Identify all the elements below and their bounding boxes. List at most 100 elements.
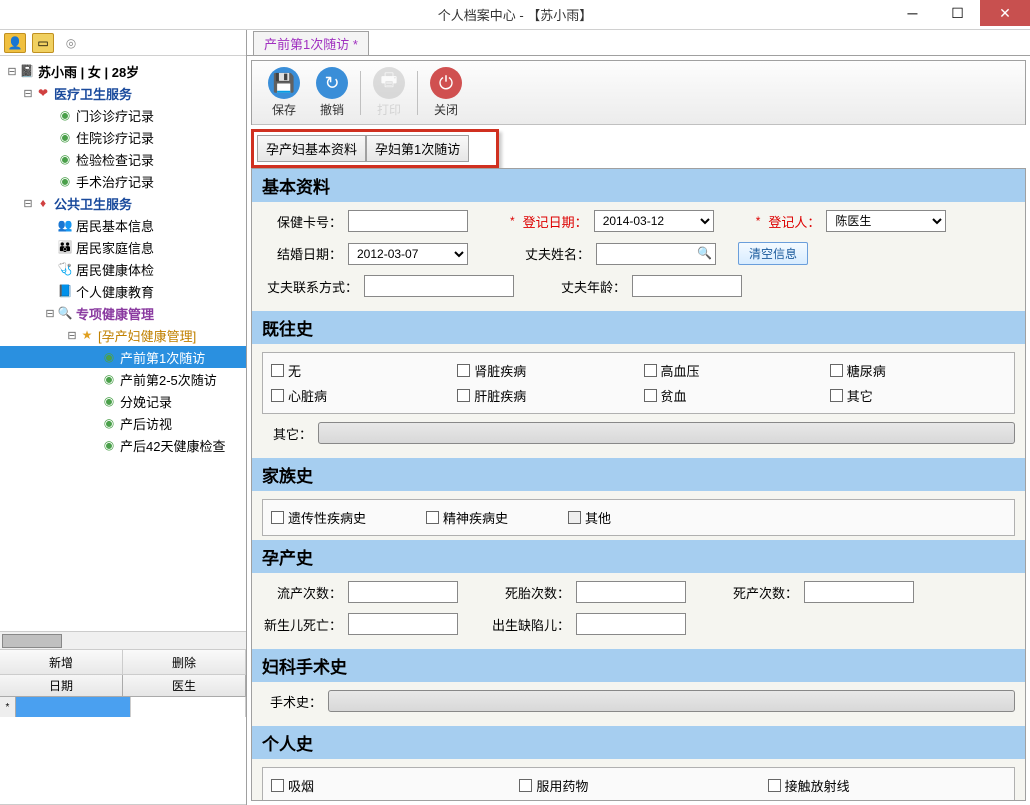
tab-basic-info[interactable]: 孕产妇基本资料 — [257, 135, 366, 162]
tree-item[interactable]: ◉手术治疗记录 — [0, 170, 246, 192]
check-item[interactable]: 其它 — [830, 386, 1006, 405]
grid-header: 日期 医生 — [0, 675, 246, 697]
required-icon: * — [756, 214, 761, 228]
grid-col-doctor[interactable]: 医生 — [123, 675, 246, 696]
tree-item[interactable]: ◉产前第2-5次随访 — [0, 368, 246, 390]
marry-select[interactable]: 2012-03-07 — [348, 243, 468, 265]
husband-phone-input[interactable] — [364, 275, 514, 297]
defect-input[interactable] — [576, 613, 686, 635]
still-label: 死产次数： — [718, 583, 798, 602]
titlebar: 个人档案中心 - 【苏小雨】 ─ ☐ ✕ — [0, 0, 1030, 30]
search-icon[interactable]: 🔍 — [697, 246, 712, 260]
tree-item[interactable]: 👥居民基本信息 — [0, 214, 246, 236]
check-item[interactable]: 高血压 — [644, 361, 820, 380]
surgery-input[interactable] — [328, 690, 1015, 712]
check-item[interactable]: 肾脏疾病 — [457, 361, 633, 380]
marry-label: 结婚日期： — [262, 244, 342, 263]
delete-button[interactable]: 删除 — [123, 650, 246, 674]
grid-row[interactable]: * — [0, 697, 246, 717]
section-preg-header: 孕产史 — [252, 540, 1025, 573]
maximize-button[interactable]: ☐ — [935, 0, 980, 26]
required-icon: * — [510, 214, 515, 228]
tree-item[interactable]: ◉住院诊疗记录 — [0, 126, 246, 148]
check-item[interactable]: 糖尿病 — [830, 361, 1006, 380]
form-tabs-highlighted: 孕产妇基本资料 孕妇第1次随访 — [251, 129, 499, 168]
husband-age-input[interactable] — [632, 275, 742, 297]
husband-phone-label: 丈夫联系方式： — [262, 277, 358, 296]
regdate-label: 登记日期： — [523, 212, 588, 231]
section-surgery-header: 妇科手术史 — [252, 649, 1025, 682]
tree-item[interactable]: 🩺居民健康体检 — [0, 258, 246, 280]
grid-col-date[interactable]: 日期 — [0, 675, 123, 696]
check-item[interactable]: 无 — [271, 361, 447, 380]
husband-age-label: 丈夫年龄： — [546, 277, 626, 296]
tree-item[interactable]: ◉分娩记录 — [0, 390, 246, 412]
grid-cell[interactable] — [16, 697, 131, 717]
check-item[interactable]: 遗传性疾病史 — [271, 508, 366, 527]
tree-item[interactable]: ◉产后访视 — [0, 412, 246, 434]
undo-button[interactable]: ↻撤销 — [308, 67, 356, 118]
save-button[interactable]: 💾保存 — [260, 67, 308, 118]
newborn-input[interactable] — [348, 613, 458, 635]
close-button[interactable]: ⏻关闭 — [422, 67, 470, 118]
section-history-header: 既往史 — [252, 311, 1025, 344]
other-label: 其它： — [262, 424, 312, 443]
tree-group-special[interactable]: ⊟🔍专项健康管理 — [0, 302, 246, 324]
close-window-button[interactable]: ✕ — [980, 0, 1030, 26]
fingerprint-icon[interactable]: ◎ — [60, 33, 82, 53]
regby-select[interactable]: 陈医生 — [826, 210, 946, 232]
tree-item[interactable]: ◉产后42天健康检查 — [0, 434, 246, 456]
check-item[interactable]: 心脏病 — [271, 386, 447, 405]
section-basic-header: 基本资料 — [252, 169, 1025, 202]
tree-item-selected[interactable]: ◉产前第1次随访 — [0, 346, 246, 368]
tree-item[interactable]: 👪居民家庭信息 — [0, 236, 246, 258]
tree-group-pregnancy[interactable]: ⊟★[孕产妇健康管理] — [0, 324, 246, 346]
still-input[interactable] — [804, 581, 914, 603]
clear-button[interactable]: 清空信息 — [738, 242, 808, 265]
person-icon[interactable]: 👤 — [4, 33, 26, 53]
tree-group-public[interactable]: ⊟♦公共卫生服务 — [0, 192, 246, 214]
check-item[interactable]: 吸烟 — [271, 776, 509, 795]
tree-item[interactable]: 📘个人健康教育 — [0, 280, 246, 302]
tree-hscroll[interactable] — [0, 631, 246, 649]
dead-label: 死胎次数： — [490, 583, 570, 602]
check-item[interactable]: 肝脏疾病 — [457, 386, 633, 405]
row-indicator: * — [0, 697, 16, 717]
tab-first-visit[interactable]: 孕妇第1次随访 — [366, 135, 469, 162]
form-scroll-area: 基本资料 保健卡号： * 登记日期： 2014-03-12 * 登记人： 陈医生… — [251, 168, 1026, 801]
check-item[interactable]: 精神疾病史 — [426, 508, 508, 527]
grid-body: * — [0, 697, 246, 805]
document-tab[interactable]: 产前第1次随访 * — [253, 31, 369, 55]
tree-item[interactable]: ◉检验检查记录 — [0, 148, 246, 170]
regdate-select[interactable]: 2014-03-12 — [594, 210, 714, 232]
surgery-label: 手术史： — [262, 692, 322, 711]
content-pane: 产前第1次随访 * 💾保存 ↻撤销 🖶打印 ⏻关闭 孕产妇基本资料 孕妇第1次随… — [247, 30, 1030, 805]
document-tab-bar: 产前第1次随访 * — [247, 30, 1030, 56]
nav-tree: ⊟📓苏小雨 | 女 | 28岁 ⊟❤医疗卫生服务 ◉门诊诊疗记录 ◉住院诊疗记录… — [0, 56, 246, 631]
toolbar: 💾保存 ↻撤销 🖶打印 ⏻关闭 — [252, 61, 1025, 125]
check-item[interactable]: 贫血 — [644, 386, 820, 405]
add-button[interactable]: 新增 — [0, 650, 123, 674]
history-checks: 无 肾脏疾病 高血压 糖尿病 心脏病 肝脏疾病 贫血 其它 — [262, 352, 1015, 414]
other-input[interactable] — [318, 422, 1015, 444]
abort-label: 流产次数： — [262, 583, 342, 602]
tree-item[interactable]: ◉门诊诊疗记录 — [0, 104, 246, 126]
grid-cell[interactable] — [131, 697, 246, 717]
husband-label: 丈夫姓名： — [510, 244, 590, 263]
window-controls: ─ ☐ ✕ — [890, 0, 1030, 26]
dead-input[interactable] — [576, 581, 686, 603]
tree-group-medical[interactable]: ⊟❤医疗卫生服务 — [0, 82, 246, 104]
check-item[interactable]: 其他 — [568, 508, 611, 527]
check-item[interactable]: 服用药物 — [519, 776, 757, 795]
window-title: 个人档案中心 - 【苏小雨】 — [438, 5, 593, 24]
card-icon[interactable]: ▭ — [32, 33, 54, 53]
minimize-button[interactable]: ─ — [890, 0, 935, 26]
card-label: 保健卡号： — [262, 212, 342, 231]
card-input[interactable] — [348, 210, 468, 232]
check-item[interactable]: 接触放射线 — [768, 776, 1006, 795]
abort-input[interactable] — [348, 581, 458, 603]
section-personal-header: 个人史 — [252, 726, 1025, 759]
print-button[interactable]: 🖶打印 — [365, 67, 413, 118]
defect-label: 出生缺陷儿： — [490, 615, 570, 634]
tree-root[interactable]: ⊟📓苏小雨 | 女 | 28岁 — [0, 60, 246, 82]
